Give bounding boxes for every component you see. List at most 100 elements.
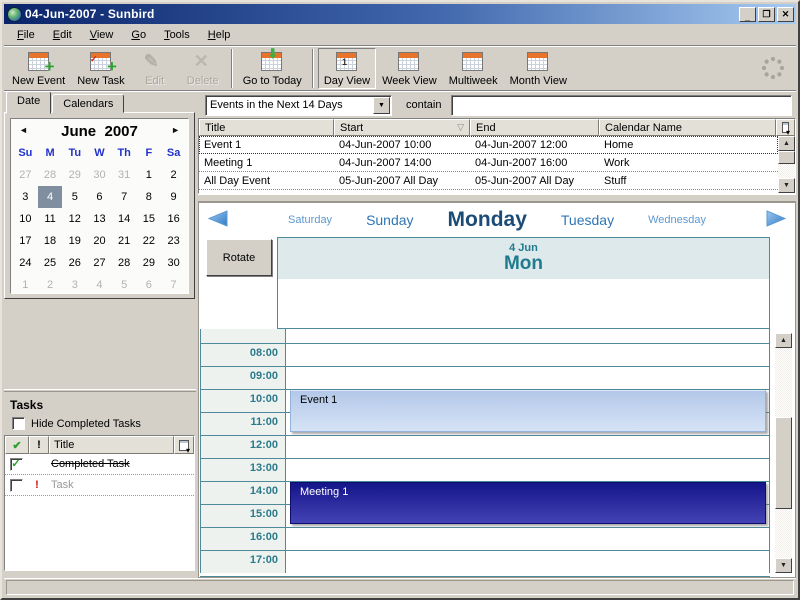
menu-file[interactable]: File (8, 26, 44, 44)
calendar-day-cell[interactable]: 18 (38, 230, 63, 252)
checked-checkbox[interactable]: ✓ (10, 458, 23, 471)
calendar-day-cell[interactable]: 2 (161, 164, 186, 186)
calendar-day-cell[interactable]: 12 (62, 208, 87, 230)
calendar-day-cell[interactable]: 5 (112, 274, 137, 296)
menu-tools[interactable]: Tools (155, 26, 199, 44)
calendar-day-cell[interactable]: 13 (87, 208, 112, 230)
calendar-day-cell[interactable]: 30 (161, 252, 186, 274)
event-column-picker[interactable] (776, 119, 795, 136)
nav-day-tuesday[interactable]: Tuesday (561, 212, 614, 228)
time-row-0800[interactable]: 08:00 (200, 343, 770, 366)
event-filter-dropdown[interactable]: Events in the Next 14 Days ▼ (205, 95, 392, 116)
next-day-arrow-icon[interactable] (765, 210, 787, 227)
calendar-day-cell[interactable]: 28 (38, 164, 63, 186)
calendar-day-cell[interactable]: 26 (62, 252, 87, 274)
calendar-day-cell[interactable]: 8 (137, 186, 162, 208)
calendar-day-cell[interactable]: 6 (137, 274, 162, 296)
time-row-1600[interactable]: 16:00 (200, 527, 770, 550)
nav-day-monday[interactable]: Monday (448, 208, 527, 232)
calendar-day-cell[interactable]: 30 (87, 164, 112, 186)
task-complete-cell[interactable]: ✓ (5, 458, 27, 471)
pane-splitter[interactable] (198, 194, 796, 202)
column-header-end[interactable]: End (470, 119, 599, 136)
task-row[interactable]: !Task (5, 475, 194, 496)
time-grid-cell[interactable] (286, 459, 770, 481)
calendar-event-meeting-1[interactable]: Meeting 1 (290, 482, 766, 524)
time-row-1300[interactable]: 13:00 (200, 458, 770, 481)
go-to-today-button[interactable]: ⬇Go to Today (237, 48, 308, 89)
calendar-day-cell[interactable]: 3 (13, 186, 38, 208)
prev-month-icon[interactable]: ◄ (19, 125, 28, 135)
task-title-column-header[interactable]: Title (49, 436, 174, 454)
calendar-day-cell[interactable]: 29 (62, 164, 87, 186)
column-header-title[interactable]: Title (199, 119, 334, 136)
unchecked-checkbox[interactable] (10, 479, 23, 492)
search-input[interactable] (451, 95, 792, 116)
menu-view[interactable]: View (81, 26, 123, 44)
calendar-day-cell[interactable]: 6 (87, 186, 112, 208)
event-table-row[interactable]: Event 104-Jun-2007 10:0004-Jun-2007 12:0… (199, 136, 778, 154)
time-grid-cell[interactable] (286, 551, 770, 573)
column-header-start[interactable]: Start▽ (334, 119, 470, 136)
calendar-day-cell[interactable]: 25 (38, 252, 63, 274)
menu-help[interactable]: Help (199, 26, 240, 44)
time-grid-cell[interactable] (286, 367, 770, 389)
minimize-button[interactable]: _ (739, 7, 756, 22)
scroll-down-icon[interactable]: ▼ (775, 558, 792, 573)
time-row-partial[interactable] (200, 329, 770, 343)
calendar-day-cell[interactable]: 7 (112, 186, 137, 208)
nav-day-saturday[interactable]: Saturday (288, 214, 332, 226)
calendar-day-cell[interactable]: 10 (13, 208, 38, 230)
calendar-event-event-1[interactable]: Event 1 (290, 390, 766, 432)
menu-edit[interactable]: Edit (44, 26, 81, 44)
sidebar-splitter[interactable] (4, 389, 196, 392)
menu-go[interactable]: Go (122, 26, 155, 44)
day-view-button[interactable]: 1Day View (318, 48, 376, 89)
scroll-up-icon[interactable]: ▲ (778, 136, 795, 151)
time-row-0900[interactable]: 09:00 (200, 366, 770, 389)
calendar-day-cell[interactable]: 19 (62, 230, 87, 252)
time-grid-cell[interactable] (286, 329, 770, 343)
new-event-button[interactable]: +New Event (6, 48, 71, 89)
tab-date[interactable]: Date (6, 91, 51, 114)
calendar-day-cell[interactable]: 1 (137, 164, 162, 186)
all-day-area[interactable] (277, 279, 770, 329)
event-table-row[interactable]: All Day Event05-Jun-2007 All Day05-Jun-2… (199, 172, 778, 190)
scrollbar-thumb[interactable] (778, 151, 795, 164)
calendar-day-cell[interactable]: 16 (161, 208, 186, 230)
previous-day-arrow-icon[interactable] (207, 210, 229, 227)
calendar-day-cell[interactable]: 31 (112, 164, 137, 186)
tab-calendars[interactable]: Calendars (52, 94, 124, 113)
calendar-day-cell[interactable]: 7 (161, 274, 186, 296)
task-column-picker[interactable] (174, 436, 194, 454)
time-row-1700[interactable]: 17:00 (200, 550, 770, 573)
calendar-day-cell[interactable]: 9 (161, 186, 186, 208)
scroll-up-icon[interactable]: ▲ (775, 333, 792, 348)
calendar-day-cell[interactable]: 17 (13, 230, 38, 252)
task-row[interactable]: ✓Completed Task (5, 454, 194, 475)
calendar-day-cell[interactable]: 27 (13, 164, 38, 186)
rotate-button[interactable]: Rotate (206, 239, 272, 276)
restore-button[interactable]: ❐ (758, 7, 775, 22)
calendar-day-cell[interactable]: 24 (13, 252, 38, 274)
calendar-day-cell[interactable]: 28 (112, 252, 137, 274)
scrollbar-thumb[interactable] (775, 417, 792, 509)
calendar-day-cell[interactable]: 11 (38, 208, 63, 230)
nav-day-wednesday[interactable]: Wednesday (648, 214, 706, 226)
sunbird-app-icon[interactable] (7, 7, 22, 22)
calendar-day-cell[interactable]: 21 (112, 230, 137, 252)
column-header-calendar-name[interactable]: Calendar Name (599, 119, 776, 136)
calendar-day-cell[interactable]: 1 (13, 274, 38, 296)
time-grid-cell[interactable] (286, 528, 770, 550)
event-table-scrollbar[interactable]: ▲ ▼ (778, 136, 795, 193)
calendar-day-cell[interactable]: 29 (137, 252, 162, 274)
time-grid-cell[interactable] (286, 436, 770, 458)
new-task-button[interactable]: ✓+New Task (71, 48, 130, 89)
calendar-day-cell[interactable]: 27 (87, 252, 112, 274)
calendar-day-cell[interactable]: 4 (87, 274, 112, 296)
close-button[interactable]: ✕ (777, 7, 794, 22)
time-row-1200[interactable]: 12:00 (200, 435, 770, 458)
calendar-day-cell[interactable]: 14 (112, 208, 137, 230)
multiweek-button[interactable]: Multiweek (443, 48, 504, 89)
time-grid-cell[interactable] (286, 344, 770, 366)
